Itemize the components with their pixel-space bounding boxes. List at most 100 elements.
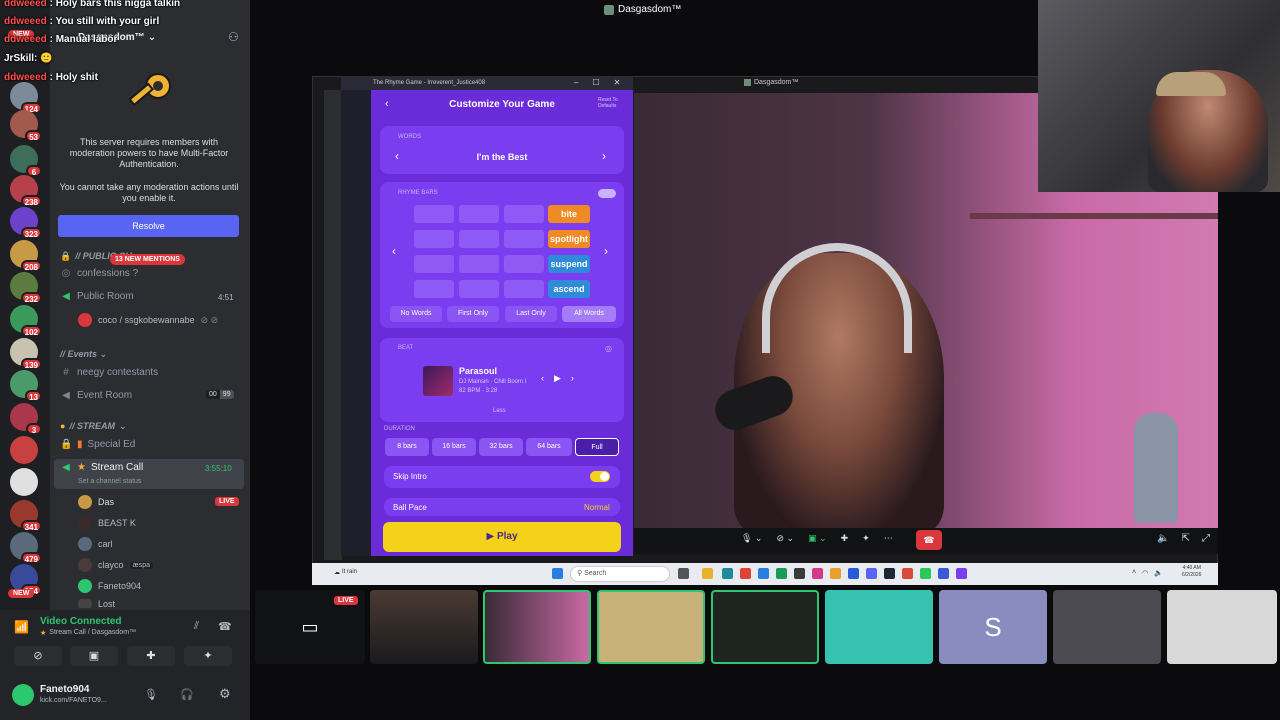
activities-button[interactable]: ✚ (127, 646, 175, 666)
server-icon[interactable]: 341 (10, 500, 42, 532)
explorer-icon[interactable] (702, 568, 713, 579)
server-icon[interactable]: 102 (10, 305, 42, 337)
app-icon[interactable] (830, 568, 841, 579)
server-icon[interactable] (10, 436, 38, 464)
rhyme-option-none[interactable]: No Words (390, 306, 442, 322)
camera-off-button[interactable]: ⊘ (14, 646, 62, 666)
channel-confessions[interactable]: ◎ confessions ? (60, 268, 139, 279)
play-icon[interactable]: ▶ (554, 373, 561, 384)
activities-icon[interactable]: ✚ (841, 533, 849, 544)
prev-icon[interactable]: ‹ (392, 244, 396, 258)
avatar[interactable] (12, 684, 34, 706)
participant-tile[interactable] (1167, 590, 1277, 664)
app-icon[interactable] (794, 568, 805, 579)
participant-tile[interactable] (1053, 590, 1161, 664)
skip-intro-toggle[interactable] (590, 471, 610, 482)
category-stream[interactable]: ● // STREAM ⌄ (60, 421, 127, 432)
channel-public-room[interactable]: ◀ Public Room (60, 291, 134, 302)
channel-neegy[interactable]: # neegy contestants (60, 367, 158, 378)
voice-user-faneto[interactable]: Faneto904 (78, 579, 141, 593)
edge-icon[interactable] (722, 568, 733, 579)
steam-icon[interactable] (884, 568, 895, 579)
participant-tile[interactable]: S (939, 590, 1047, 664)
voice-user-beast[interactable]: BEAST K (78, 516, 136, 530)
soundboard-icon[interactable]: ✦ (862, 533, 870, 544)
search-box[interactable]: ⚲ Search (570, 566, 670, 582)
beat-settings-icon[interactable]: ◎ (605, 344, 612, 353)
duration-full[interactable]: Full (575, 438, 619, 456)
app-icon[interactable] (812, 568, 823, 579)
server-icon[interactable]: 53 (10, 110, 42, 142)
more-icon[interactable]: ⋯ (884, 533, 893, 544)
server-icon[interactable]: 479 (10, 532, 42, 564)
mic-icon[interactable]: 🎙 ⌄ (741, 533, 762, 544)
camera-off-icon[interactable]: ⊘ ⌄ (776, 533, 794, 544)
server-icon[interactable]: 13 (10, 370, 42, 402)
close-icon[interactable]: ✕ (614, 78, 621, 87)
next-icon[interactable]: › (602, 149, 606, 163)
duration-16[interactable]: 16 bars (432, 438, 476, 456)
start-icon[interactable] (552, 568, 563, 579)
minimize-icon[interactable]: – (574, 78, 578, 87)
participant-tile[interactable] (597, 590, 705, 664)
less-toggle[interactable]: Less (493, 408, 506, 414)
rhyme-option-last[interactable]: Last Only (505, 306, 557, 322)
server-icon[interactable]: 139 (10, 338, 42, 370)
voice-user-das[interactable]: Das (78, 495, 114, 509)
screen-share-icon[interactable]: ▣ ⌄ (808, 533, 827, 544)
task-view-icon[interactable] (678, 568, 689, 579)
server-icon[interactable]: 154 (10, 564, 42, 596)
soundboard-button[interactable]: ✦ (184, 646, 232, 666)
maximize-icon[interactable]: ☐ (592, 78, 599, 87)
voice-user-lost[interactable]: Lost (78, 599, 115, 608)
game-icon[interactable] (956, 568, 967, 579)
voice-location[interactable]: ★ Stream Call / Dasgasdom™ (40, 629, 136, 637)
rhyme-toggle[interactable] (598, 189, 616, 198)
play-button[interactable]: ▶ Play (383, 522, 621, 552)
channel-event-room[interactable]: ◀ Event Room (60, 390, 132, 401)
duration-64[interactable]: 64 bars (526, 438, 572, 456)
screen-share-button[interactable]: ▣ (70, 646, 118, 666)
new-pill[interactable]: NEW (8, 589, 35, 598)
participant-tile[interactable] (483, 590, 591, 664)
voice-user-carl[interactable]: carl (78, 537, 113, 551)
next-track-icon[interactable]: › (571, 373, 574, 384)
disconnect-icon[interactable]: ☎ (218, 620, 232, 633)
app-icon[interactable] (902, 568, 913, 579)
add-friend-icon[interactable]: ⚇ (228, 30, 239, 44)
prev-icon[interactable]: ‹ (395, 149, 399, 163)
server-icon[interactable] (10, 468, 38, 496)
chrome-icon[interactable] (740, 568, 751, 579)
mic-icon[interactable]: 🎙 (144, 688, 158, 701)
app-icon[interactable] (776, 568, 787, 579)
rhyme-option-first[interactable]: First Only (447, 306, 499, 322)
duration-8[interactable]: 8 bars (385, 438, 429, 456)
prev-track-icon[interactable]: ‹ (541, 373, 544, 384)
fullscreen-icon[interactable]: ⤢ (1202, 533, 1210, 544)
ball-pace-value[interactable]: Normal (584, 503, 610, 512)
category-events[interactable]: // Events ⌄ (60, 349, 107, 360)
server-icon[interactable]: 124 (10, 82, 42, 114)
server-icon[interactable]: 208 (10, 240, 42, 272)
system-tray[interactable]: ˄ ◠ 🔈 (1132, 569, 1163, 577)
resolve-button[interactable]: Resolve (58, 215, 239, 237)
duration-32[interactable]: 32 bars (479, 438, 523, 456)
participant-tile[interactable] (370, 590, 478, 664)
noise-suppression-icon[interactable]: ⫽ (194, 620, 199, 633)
voice-user-clayco[interactable]: clayco æspa (78, 558, 154, 572)
channel-special-ed[interactable]: 🔒 ▮ Special Ed (60, 439, 135, 450)
server-icon[interactable]: 3 (10, 403, 42, 435)
server-icon[interactable]: 232 (10, 272, 42, 304)
gear-icon[interactable]: ⚙ (219, 686, 231, 702)
volume-icon[interactable]: 🔈 (1157, 533, 1169, 544)
new-mentions-badge[interactable]: 13 NEW MENTIONS (110, 254, 185, 265)
app-icon[interactable] (848, 568, 859, 579)
discord-icon[interactable] (866, 568, 877, 579)
back-icon[interactable]: ‹ (385, 98, 389, 110)
next-icon[interactable]: › (604, 244, 608, 258)
headphones-icon[interactable]: 🎧 (180, 688, 194, 701)
participant-tile[interactable] (825, 590, 933, 664)
clock[interactable]: 4:40 AM 6/2/2026 (1182, 565, 1201, 579)
server-icon[interactable]: 6 (10, 145, 42, 177)
app-icon[interactable] (920, 568, 931, 579)
